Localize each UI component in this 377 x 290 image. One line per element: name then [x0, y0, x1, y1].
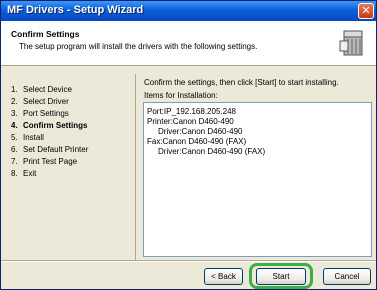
item-fax: Fax:Canon D460-490 (FAX) — [147, 137, 247, 146]
step-select-driver: 2. Select Driver — [11, 97, 69, 106]
step-select-device: 1. Select Device — [11, 85, 72, 94]
items-label: Items for Installation: — [144, 91, 218, 100]
close-button[interactable]: ✕ — [358, 3, 374, 19]
title-bar[interactable]: MF Drivers - Setup Wizard ✕ — [1, 1, 376, 21]
header-title: Confirm Settings — [11, 29, 80, 39]
window-title: MF Drivers - Setup Wizard — [7, 4, 144, 16]
footer-separator — [1, 260, 376, 262]
header-subtitle: The setup program will install the drive… — [19, 42, 258, 51]
step-port-settings: 3. Port Settings — [11, 109, 69, 118]
step-confirm-settings: 4. Confirm Settings — [11, 121, 88, 130]
step-set-default-printer: 6. Set Default Printer — [11, 145, 89, 154]
installer-box-icon — [339, 30, 363, 56]
item-port: Port:IP_192.168.205.248 — [147, 107, 236, 116]
installation-items-box[interactable]: Port:IP_192.168.205.248 Printer:Canon D4… — [143, 102, 372, 257]
step-print-test-page: 7. Print Test Page — [11, 157, 78, 166]
setup-wizard-window: MF Drivers - Setup Wizard ✕ Confirm Sett… — [0, 0, 377, 290]
step-install: 5. Install — [11, 133, 44, 142]
start-button[interactable]: Start — [256, 268, 306, 285]
close-icon: ✕ — [361, 5, 371, 17]
cancel-button[interactable]: Cancel — [323, 268, 371, 285]
item-printer-driver: Driver:Canon D460-490 — [158, 127, 243, 136]
item-fax-driver: Driver:Canon D460-490 (FAX) — [158, 147, 266, 156]
back-button[interactable]: < Back — [204, 268, 243, 285]
steps-list: 1. Select Device 2. Select Driver 3. Port S… — [5, 74, 136, 260]
wizard-header: Confirm Settings The setup program will … — [1, 21, 376, 66]
item-printer: Printer:Canon D460-490 — [147, 117, 234, 126]
step-exit: 8. Exit — [11, 169, 37, 178]
instruction-text: Confirm the settings, then click [Start]… — [144, 78, 339, 87]
